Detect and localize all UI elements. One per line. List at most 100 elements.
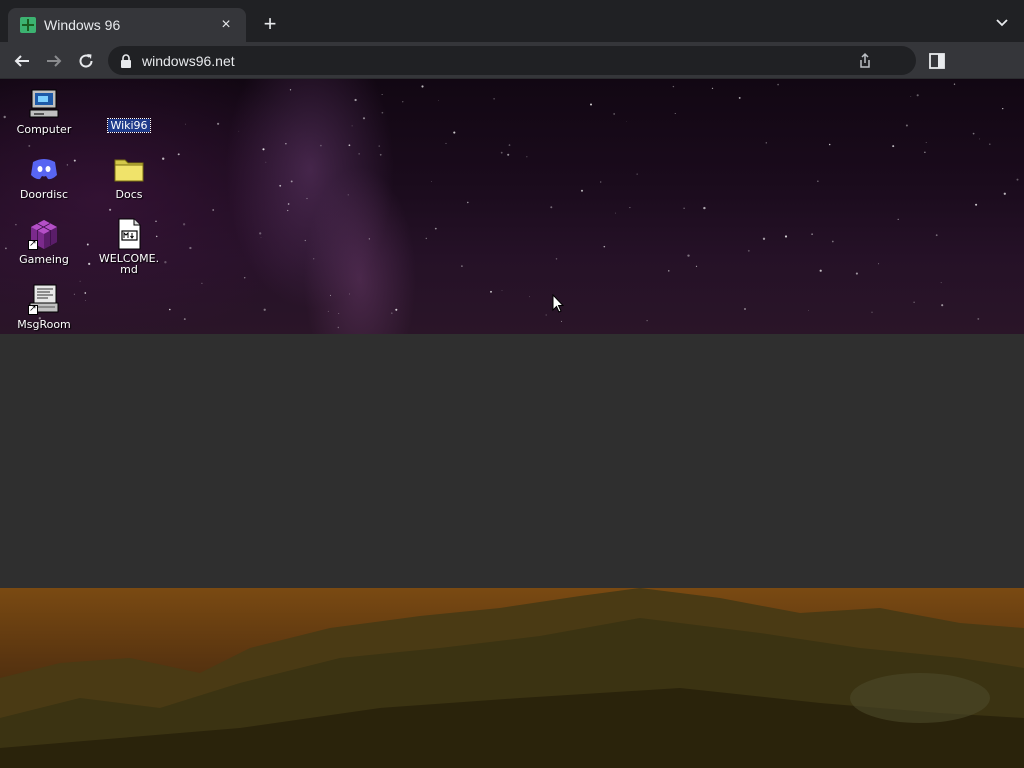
desktop-icon-label: Doordisc xyxy=(19,188,69,201)
desktop-icon-docs[interactable]: Docs xyxy=(94,153,164,203)
star xyxy=(347,194,349,196)
star xyxy=(86,243,89,246)
shortcut-arrow-icon xyxy=(28,303,38,315)
star xyxy=(683,207,685,209)
star xyxy=(819,269,822,272)
star xyxy=(260,237,262,239)
star xyxy=(940,282,942,284)
star xyxy=(349,293,350,295)
star xyxy=(169,308,171,311)
star xyxy=(935,234,938,237)
star xyxy=(313,258,315,260)
address-bar[interactable]: windows96.net xyxy=(108,46,916,75)
star xyxy=(217,122,220,125)
star xyxy=(953,83,956,85)
star xyxy=(550,206,553,209)
star xyxy=(500,151,503,154)
star xyxy=(615,212,617,214)
star xyxy=(687,254,690,257)
mountain-silhouette xyxy=(0,588,1024,768)
star xyxy=(808,310,809,311)
shortcut-arrow-icon xyxy=(28,238,38,250)
star xyxy=(811,233,813,235)
desktop-icon-doordisc[interactable]: Doordisc xyxy=(9,153,79,203)
desktop-icon-welcome-md[interactable]: WELCOME.md xyxy=(94,218,164,278)
star xyxy=(555,258,558,260)
lock-icon xyxy=(121,53,131,68)
arrow-left-icon xyxy=(14,55,29,67)
star xyxy=(348,144,351,147)
star xyxy=(164,261,167,264)
star xyxy=(989,143,991,145)
star xyxy=(265,161,267,163)
star xyxy=(493,98,495,100)
reload-icon xyxy=(79,54,93,68)
star xyxy=(381,93,383,95)
star xyxy=(84,292,87,294)
browser-tab[interactable]: Windows 96 × xyxy=(8,8,246,42)
star xyxy=(603,245,606,248)
star xyxy=(185,123,186,125)
star xyxy=(747,249,750,252)
star xyxy=(817,180,819,182)
share-icon[interactable] xyxy=(856,52,874,70)
side-panel-icon[interactable] xyxy=(928,52,946,70)
desktop-icon-gameing[interactable]: Gameing xyxy=(9,218,79,268)
chevron-down-icon[interactable] xyxy=(994,14,1010,30)
star xyxy=(892,145,895,148)
url-text: windows96.net xyxy=(142,52,235,69)
star xyxy=(1016,178,1019,181)
forward-button[interactable] xyxy=(42,49,66,73)
new-tab-button[interactable]: + xyxy=(258,13,282,37)
reload-button[interactable] xyxy=(74,49,98,73)
back-button[interactable] xyxy=(10,49,34,73)
star xyxy=(183,318,186,321)
star xyxy=(351,125,353,127)
browser-toolbar: windows96.net xyxy=(0,42,1024,79)
star xyxy=(467,201,469,204)
star xyxy=(453,131,456,134)
star xyxy=(28,144,31,147)
star xyxy=(831,240,834,243)
desktop-icon-label: Wiki96 xyxy=(107,118,151,133)
star xyxy=(977,317,980,320)
star xyxy=(402,101,404,103)
star xyxy=(924,151,926,153)
star xyxy=(238,130,240,132)
star xyxy=(431,180,432,182)
close-tab-icon[interactable]: × xyxy=(216,15,236,35)
star xyxy=(338,313,340,314)
star xyxy=(3,115,6,119)
star xyxy=(287,209,289,212)
star xyxy=(212,209,215,211)
star xyxy=(259,232,262,235)
star xyxy=(379,153,382,156)
star xyxy=(378,145,380,147)
star xyxy=(177,153,180,156)
star xyxy=(668,270,670,272)
star xyxy=(871,311,873,313)
desktop-icon-wiki96[interactable]: Wiki96 xyxy=(94,88,164,134)
msgroom-icon xyxy=(28,283,60,315)
star xyxy=(445,142,447,144)
star xyxy=(304,239,306,242)
mouse-cursor-icon xyxy=(552,294,564,313)
desktop-icon-computer[interactable]: Computer xyxy=(9,88,79,138)
star xyxy=(580,189,584,192)
star xyxy=(762,237,766,240)
star xyxy=(784,235,788,238)
star xyxy=(695,265,698,267)
star xyxy=(461,265,463,267)
star xyxy=(263,308,266,311)
star xyxy=(878,263,880,265)
desktop-icon-msgroom[interactable]: MsgRoom xyxy=(9,283,79,333)
star xyxy=(85,300,87,302)
star xyxy=(972,132,975,135)
star xyxy=(434,227,437,230)
star xyxy=(290,180,293,183)
star xyxy=(501,290,503,292)
star xyxy=(910,96,912,97)
star xyxy=(425,237,427,240)
star xyxy=(5,247,7,250)
star xyxy=(508,144,511,146)
